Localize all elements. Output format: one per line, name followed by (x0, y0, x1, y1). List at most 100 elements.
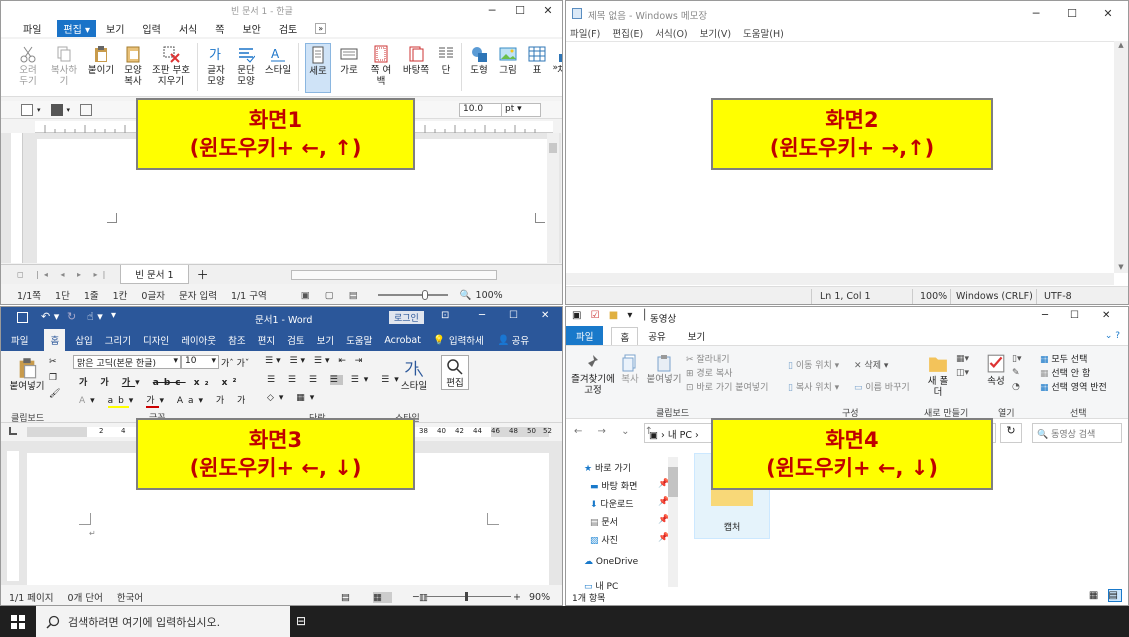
font-unit-select[interactable]: pt ▾ (501, 103, 541, 117)
tab-help[interactable]: 도움말 (346, 333, 372, 347)
tab-view[interactable]: 보기 (688, 329, 705, 343)
hwp-hscroll[interactable] (291, 270, 497, 280)
help-icon[interactable]: ⌄ ? (1105, 331, 1120, 341)
tell-me-input[interactable]: 입력하세 (449, 333, 484, 347)
cut-item[interactable]: ✂ 잘라내기 (686, 352, 730, 365)
tab-acrobat[interactable]: Acrobat (384, 335, 421, 346)
tab-file[interactable]: 파일 (11, 333, 28, 347)
notepad-menu-help[interactable]: 도움말(H) (743, 26, 784, 40)
tab-view[interactable]: 보기 (317, 333, 334, 347)
hwp-menu-view[interactable]: 보기 (106, 21, 124, 36)
redo-icon[interactable]: ↻ (67, 310, 76, 323)
nav-icons[interactable]: ◻ |◂ ◂ ▸ ▸| (17, 270, 110, 279)
tab-file[interactable]: 파일 (566, 326, 604, 346)
hwp-menu-format[interactable]: 서식 (179, 21, 197, 36)
tab-draw[interactable]: 그리기 (105, 333, 131, 347)
landscape-button[interactable]: 가로 (337, 43, 361, 76)
zoom-out-icon[interactable]: ─ (413, 592, 419, 603)
paste-shortcut-item[interactable]: ⊡ 바로 가기 붙여넣기 (686, 380, 768, 393)
font-color-icons[interactable]: A▾ ab▾ 가▾ Aa▾ 가 가 (79, 393, 250, 408)
add-tab-button[interactable]: ＋ (197, 266, 209, 283)
copy-button[interactable]: 복사 (618, 352, 642, 385)
zoom-slider[interactable] (377, 290, 448, 300)
minimize-button[interactable]: ─ (1042, 310, 1048, 321)
dropdown-icon[interactable]: ▾ (37, 106, 41, 114)
taskbar-search[interactable]: 검색하려면 여기에 입력하십시오. (36, 606, 290, 637)
hwp-menu-page[interactable]: 쪽 (215, 21, 224, 36)
para-shape-button[interactable]: 문단 모양 (234, 43, 258, 87)
maximize-button[interactable]: ☐ (1070, 310, 1079, 321)
share-button[interactable]: 공유 (512, 333, 529, 347)
tab-review[interactable]: 검토 (287, 333, 304, 347)
font-format-icons[interactable]: 가 가 가▾ abc x₂ x² (79, 375, 241, 388)
copy-button[interactable]: 복사하기 (47, 43, 81, 87)
hwp-menu-review[interactable]: 검토 (279, 21, 297, 36)
nav-pictures[interactable]: ▨ 사진 📌 (590, 533, 669, 546)
rename-item[interactable]: ▭ 이름 바꾸기 (854, 380, 910, 393)
notepad-menu-view[interactable]: 보기(V) (700, 26, 731, 40)
tab-share[interactable]: 공유 (648, 329, 665, 343)
cut-button[interactable]: 오려두기 (15, 43, 41, 87)
copy-path-item[interactable]: ⊞ 경로 복사 (686, 366, 732, 379)
paste-button[interactable]: 붙여넣기 (646, 352, 682, 385)
new-doc-icon[interactable] (21, 103, 33, 116)
task-view-icon[interactable]: ⊟ (296, 614, 306, 628)
save-icon[interactable] (50, 103, 63, 116)
delete-item[interactable]: ✕ 삭제 ▾ (854, 358, 888, 371)
copy-to-item[interactable]: ▯ 복사 위치 ▾ (788, 380, 839, 393)
zoom-icon[interactable]: 🔍 (460, 290, 472, 301)
close-button[interactable]: ✕ (541, 310, 549, 321)
paragraph-align-icons[interactable]: ☰ ☰ ☰ ☰ ☰▾ ☰▾ (267, 375, 404, 385)
ribbon-display-icon[interactable]: ⊡ (441, 310, 449, 321)
explorer-qat-icons[interactable]: ▣ ☑ ■ ▾ │ (572, 310, 651, 321)
invert-selection-item[interactable]: ▦ 선택 영역 반전 (1040, 380, 1107, 393)
touch-mode-icon[interactable]: ☝ ▾ (87, 310, 103, 323)
shape-button[interactable]: 도형 (468, 43, 490, 76)
login-button[interactable]: 로그인 (389, 311, 424, 324)
format-painter-icon[interactable]: 🖌 (49, 389, 60, 399)
cut-icon[interactable]: ✂ (49, 357, 57, 367)
notepad-menu-file[interactable]: 파일(F) (570, 26, 600, 40)
page-margin-button[interactable]: 쪽 여백 (367, 43, 395, 87)
paragraph-list-icons[interactable]: ☰▾ ☰▾ ☰▾ ⇤ ⇥ (265, 356, 365, 366)
font-grow-icons[interactable]: 가ˆ 가ˇ (221, 356, 249, 369)
maximize-button[interactable]: ☐ (506, 1, 534, 19)
view-icons[interactable]: ▤ ▦ ▥ (341, 591, 438, 603)
tab-stop-icon[interactable] (9, 427, 17, 435)
hwp-menu-edit[interactable]: 편집 ▾ (57, 19, 97, 37)
tab-layout[interactable]: 레이아웃 (181, 333, 216, 347)
char-shape-button[interactable]: 가 글자 모양 (204, 43, 228, 87)
tab-insert[interactable]: 삽입 (75, 333, 92, 347)
select-all-item[interactable]: ▦ 모두 선택 (1040, 352, 1087, 365)
copy-icon[interactable]: ❐ (49, 373, 57, 383)
zoom-in-icon[interactable]: + (513, 592, 521, 603)
open-item-icons[interactable]: ▯▾ ✎ ◔ (1012, 352, 1021, 394)
format-copy-button[interactable]: 모양복사 (121, 43, 145, 87)
close-button[interactable]: ✕ (1090, 1, 1126, 25)
customize-icon[interactable]: ▾ (111, 310, 116, 321)
dropdown-icon[interactable]: ▾ (67, 106, 71, 114)
zoom-slider[interactable] (425, 592, 511, 601)
style-button[interactable]: A 스타일 (264, 43, 292, 76)
tab-mailings[interactable]: 편지 (258, 333, 275, 347)
notepad-vscroll[interactable]: ▲ ▼ (1114, 41, 1128, 273)
minimize-button[interactable]: ─ (478, 1, 506, 19)
undo-icon[interactable]: ↶ ▾ (41, 310, 59, 323)
table-button[interactable]: 표 (526, 43, 548, 76)
view-toggle-icons[interactable]: ▦ ▤ (1089, 589, 1122, 602)
save-icon[interactable] (17, 312, 28, 323)
search-field[interactable]: 🔍 동영상 검색 (1032, 423, 1122, 443)
lightbulb-icon[interactable]: 💡 (433, 335, 445, 346)
portrait-button[interactable]: 세로 (305, 43, 331, 93)
notepad-menu-edit[interactable]: 편집(E) (612, 26, 643, 40)
select-none-item[interactable]: ▦ 선택 안 함 (1040, 366, 1090, 379)
picture-button[interactable]: 그림 (496, 43, 520, 76)
doc-tab[interactable]: 빈 문서 1 (120, 265, 189, 284)
master-page-button[interactable]: 바탕쪽 (401, 43, 431, 76)
paste-button[interactable]: 붙여넣기 (7, 355, 47, 392)
close-button[interactable]: ✕ (534, 1, 562, 19)
nav-quick-access[interactable]: ★ 바로 가기 (584, 461, 631, 474)
nav-onedrive[interactable]: ☁ OneDrive (584, 557, 638, 567)
remove-codes-button[interactable]: 조판 부호 지우기 (151, 43, 191, 87)
editing-button[interactable]: 편집 (441, 355, 469, 390)
